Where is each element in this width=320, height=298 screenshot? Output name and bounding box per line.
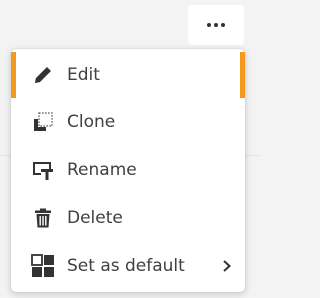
menu-item-label: Edit (67, 65, 100, 85)
menu-item-label: Rename (67, 160, 137, 180)
menu-item-clone[interactable]: Clone (11, 98, 245, 146)
trash-icon (30, 206, 56, 230)
more-options-button[interactable] (188, 5, 244, 45)
pencil-icon (30, 63, 56, 87)
menu-item-edit[interactable]: Edit (11, 52, 245, 98)
menu-item-rename[interactable]: Rename (11, 146, 245, 194)
menu-item-label: Set as default (67, 256, 185, 276)
clone-icon (30, 110, 56, 134)
more-horizontal-icon (207, 23, 225, 27)
menu-item-set-as-default[interactable]: Set as default (11, 242, 245, 290)
menu-item-delete[interactable]: Delete (11, 194, 245, 242)
grid-default-icon (30, 254, 56, 278)
menu-item-label: Delete (67, 208, 123, 228)
context-menu: Edit Clone Rename Delete Set as default (11, 49, 245, 292)
menu-item-label: Clone (67, 112, 116, 132)
chevron-right-icon (221, 259, 233, 273)
app-background: Edit Clone Rename Delete Set as default (0, 0, 259, 298)
rename-icon (30, 158, 56, 182)
